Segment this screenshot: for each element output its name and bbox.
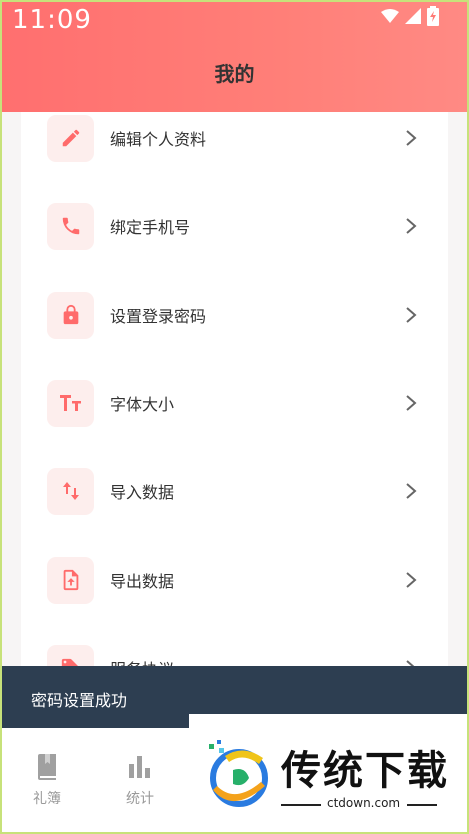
status-time: 11:09	[12, 5, 92, 35]
settings-card: 编辑个人资料 绑定手机号 设置登录密码 字体大小 导入数据 导出数据	[21, 112, 448, 712]
chevron-right-icon	[406, 483, 417, 499]
watermark-logo-icon	[209, 740, 268, 807]
status-bar: 11:09	[0, 0, 469, 40]
menu-item-label: 绑定手机号	[110, 218, 191, 237]
nav-item-gift-book[interactable]: 礼簿	[17, 754, 77, 808]
menu-item-label: 字体大小	[110, 395, 175, 414]
watermark-title: 传统下载	[281, 748, 449, 794]
menu-item-set-password[interactable]: 设置登录密码	[21, 271, 448, 359]
chevron-right-icon	[406, 395, 417, 411]
font-size-icon	[47, 379, 94, 427]
chevron-right-icon	[406, 130, 417, 146]
menu-item-label: 导入数据	[110, 483, 175, 502]
import-icon	[47, 467, 94, 515]
nav-item-label: 统计	[126, 791, 154, 807]
nav-item-label: 礼簿	[33, 791, 61, 807]
menu-item-import-data[interactable]: 导入数据	[21, 447, 448, 535]
menu-item-label: 导出数据	[110, 572, 175, 591]
export-icon	[47, 556, 94, 604]
chevron-right-icon	[406, 307, 417, 323]
wifi-icon	[381, 9, 399, 23]
battery-charging-icon	[427, 6, 439, 26]
chevron-right-icon	[406, 218, 417, 234]
header: 11:09 我的	[0, 0, 469, 112]
menu-item-edit-profile[interactable]: 编辑个人资料	[21, 112, 448, 182]
signal-icon	[405, 8, 421, 24]
menu-item-bind-phone[interactable]: 绑定手机号	[21, 182, 448, 270]
phone-icon	[47, 202, 94, 250]
menu-item-font-size[interactable]: 字体大小	[21, 359, 448, 447]
watermark-line	[407, 804, 437, 806]
chevron-right-icon	[406, 572, 417, 588]
menu-item-label: 编辑个人资料	[110, 130, 207, 149]
nav-item-statistics[interactable]: 统计	[110, 754, 170, 808]
menu-item-export-data[interactable]: 导出数据	[21, 536, 448, 624]
page-title: 我的	[214, 62, 255, 86]
watermark-domain: ctdown.com	[327, 796, 401, 810]
book-icon	[38, 754, 56, 780]
toast-text: 密码设置成功	[31, 691, 128, 710]
bar-chart-icon	[129, 756, 150, 778]
lock-icon	[47, 291, 94, 339]
watermark: 传统下载 ctdown.com	[189, 714, 469, 834]
watermark-line	[281, 804, 321, 806]
menu-item-label: 设置登录密码	[110, 307, 207, 326]
edit-icon	[47, 114, 94, 162]
status-icons	[381, 6, 439, 26]
